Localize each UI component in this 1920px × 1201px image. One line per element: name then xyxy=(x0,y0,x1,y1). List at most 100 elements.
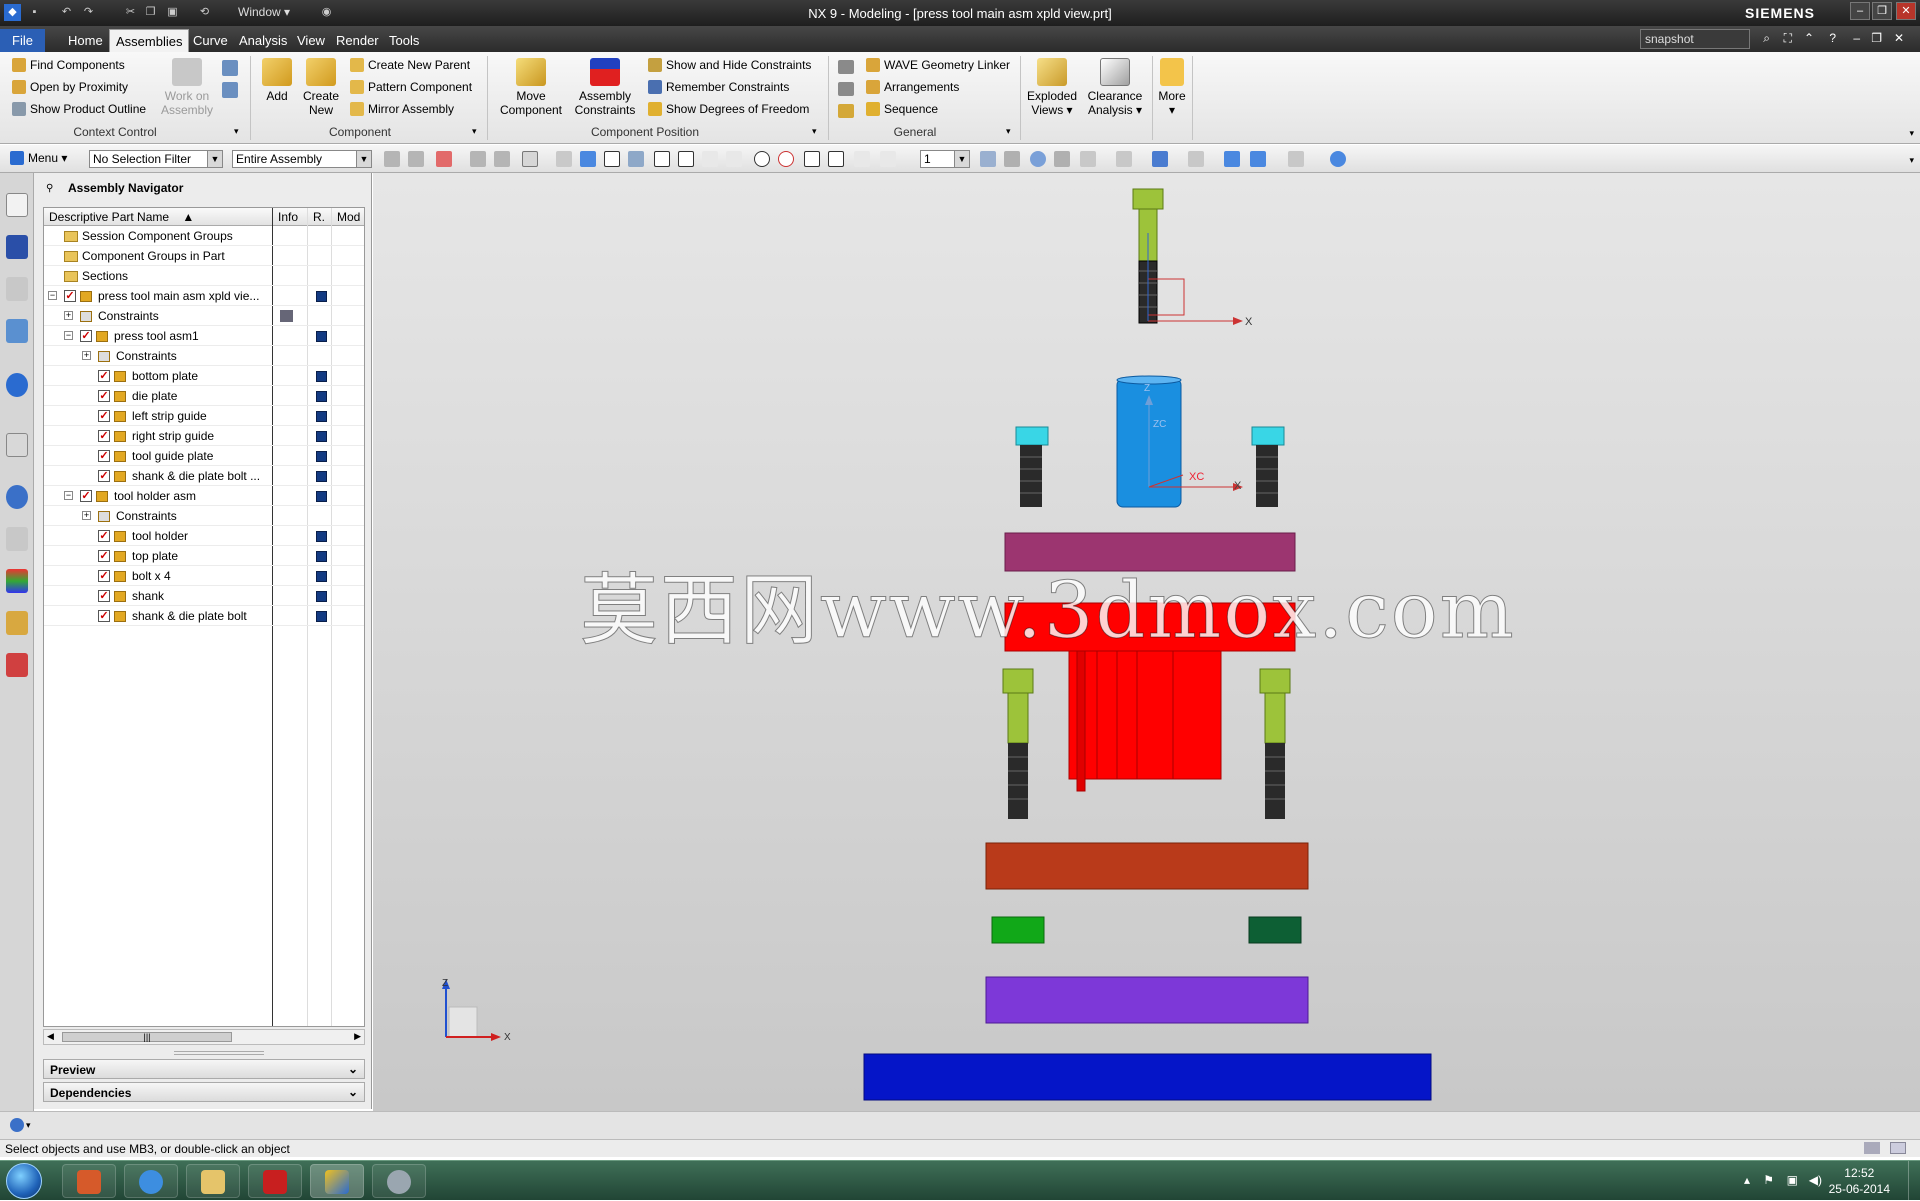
visibility-checkbox[interactable]: ✓ xyxy=(98,450,110,462)
tree-row[interactable]: Component Groups in Part xyxy=(44,246,364,266)
wave-icon[interactable] xyxy=(838,60,854,74)
restore-button[interactable]: ❐ xyxy=(1872,2,1892,20)
right-strip-guide[interactable] xyxy=(1248,916,1302,944)
tree-row[interactable]: ✓ tool holder xyxy=(44,526,364,546)
tree-row[interactable]: ✓ shank xyxy=(44,586,364,606)
chevron-down-icon[interactable]: ▾ xyxy=(26,1120,31,1131)
tree-row[interactable]: ✓ bottom plate xyxy=(44,366,364,386)
point-on-face-icon[interactable] xyxy=(854,151,870,167)
add-component-button[interactable]: Add xyxy=(258,58,296,103)
tab-file[interactable]: File xyxy=(0,29,45,52)
assembly-load-icon[interactable] xyxy=(222,60,238,76)
search-icon[interactable]: ⌕ xyxy=(1763,31,1770,46)
work-on-assembly-button[interactable]: Work on Assembly xyxy=(156,58,218,117)
select-region-icon[interactable] xyxy=(436,151,452,167)
selection-filter-select[interactable]: No Selection Filter ▼ xyxy=(89,150,223,168)
expand-icon[interactable]: + xyxy=(82,351,91,360)
taskbar-app-acrobat[interactable] xyxy=(248,1164,302,1198)
rectangle-select-icon[interactable] xyxy=(522,151,538,167)
menu-button[interactable]: Menu ▾ xyxy=(28,151,67,165)
scroll-right-icon[interactable]: ▶ xyxy=(354,1031,361,1042)
tree-row[interactable]: ✓ die plate xyxy=(44,386,364,406)
tab-analysis[interactable]: Analysis xyxy=(233,29,293,52)
constraint-navigator-tab-icon[interactable] xyxy=(6,235,28,259)
tree-row[interactable]: Sections xyxy=(44,266,364,286)
scroll-thumb[interactable]: ||| xyxy=(62,1032,232,1042)
tab-tools[interactable]: Tools xyxy=(383,29,425,52)
show-hidden-icons-icon[interactable]: ▴ xyxy=(1744,1173,1750,1187)
tab-curve[interactable]: Curve xyxy=(187,29,234,52)
existing-point-icon[interactable] xyxy=(804,151,820,167)
part-navigator-tab-icon[interactable] xyxy=(6,277,28,301)
create-new-button[interactable]: Create New xyxy=(298,58,344,117)
system-materials-tab-icon[interactable] xyxy=(6,527,28,551)
arc-center-icon[interactable] xyxy=(754,151,770,167)
show-hide-icon[interactable] xyxy=(1288,151,1304,167)
snap-point-icon[interactable] xyxy=(604,151,620,167)
exploded-views-button[interactable]: Exploded Views ▾ xyxy=(1022,58,1082,117)
ribbon-options-icon[interactable]: ▾ xyxy=(1909,128,1914,139)
tree-row[interactable]: − ✓ press tool asm1 xyxy=(44,326,364,346)
create-new-parent-button[interactable]: Create New Parent xyxy=(350,56,470,74)
process-studio-tab-icon[interactable] xyxy=(6,569,28,593)
tool-guide-plate[interactable] xyxy=(985,842,1309,890)
visibility-checkbox[interactable]: ✓ xyxy=(80,490,92,502)
show-degrees-of-freedom-button[interactable]: Show Degrees of Freedom xyxy=(648,100,809,118)
pattern-component-button[interactable]: Pattern Component xyxy=(350,78,472,96)
tree-row[interactable]: ✓ left strip guide xyxy=(44,406,364,426)
more-button[interactable]: More ▾ xyxy=(1154,58,1190,117)
doc-minimize-icon[interactable]: – xyxy=(1853,31,1860,45)
hd3d-tools-tab-icon[interactable] xyxy=(6,373,28,397)
clearance-analysis-button[interactable]: Clearance Analysis ▾ xyxy=(1084,58,1146,117)
taskbar-app-explorer[interactable] xyxy=(186,1164,240,1198)
bolt-left-lower[interactable] xyxy=(1002,668,1034,819)
rendering-style-icon[interactable] xyxy=(1080,151,1096,167)
geometry-icon[interactable] xyxy=(838,104,854,118)
column-header-info[interactable]: Info xyxy=(273,208,308,226)
tree-row[interactable]: ✓ top plate xyxy=(44,546,364,566)
snap-grid-icon[interactable] xyxy=(628,151,644,167)
move-component-button[interactable]: Move Component xyxy=(494,58,568,117)
splitter-handle[interactable] xyxy=(174,1051,264,1055)
bolt-right-upper[interactable] xyxy=(1251,426,1285,507)
network-icon[interactable]: ▣ xyxy=(1787,1173,1798,1187)
intersection-icon[interactable] xyxy=(726,151,742,167)
tree-row[interactable]: ✓ bolt x 4 xyxy=(44,566,364,586)
fullscreen-icon[interactable]: ⛶ xyxy=(1784,31,1792,46)
show-desktop-button[interactable] xyxy=(1908,1161,1920,1201)
doc-restore-icon[interactable]: ❐ xyxy=(1871,31,1882,45)
visibility-checkbox[interactable]: ✓ xyxy=(98,570,110,582)
assembly-constraints-button[interactable]: Assembly Constraints xyxy=(568,58,642,117)
collapse-icon[interactable]: − xyxy=(48,291,57,300)
visibility-checkbox[interactable]: ✓ xyxy=(98,470,110,482)
mirror-assembly-button[interactable]: Mirror Assembly xyxy=(350,100,454,118)
close-button[interactable]: ✕ xyxy=(1896,2,1916,20)
preview-panel-header[interactable]: Preview ⌄ xyxy=(43,1059,365,1079)
system-scenes-tab-icon[interactable] xyxy=(6,653,28,677)
taskbar-app-internet-explorer[interactable] xyxy=(124,1164,178,1198)
sequence-button[interactable]: Sequence xyxy=(866,100,938,118)
collapse-icon[interactable]: − xyxy=(64,491,73,500)
tree-row[interactable]: − ✓ tool holder asm xyxy=(44,486,364,506)
rotate-icon[interactable] xyxy=(1030,151,1046,167)
quadrant-icon[interactable] xyxy=(778,151,794,167)
collapse-icon[interactable]: − xyxy=(64,331,73,340)
show-hide-constraints-button[interactable]: Show and Hide Constraints xyxy=(648,56,811,74)
graphics-window[interactable]: X Z ZC XC X Z X 莫西网www.3dmox.com xyxy=(373,173,1920,1111)
web-browser-tab-icon[interactable] xyxy=(6,433,28,457)
visibility-checkbox[interactable]: ✓ xyxy=(98,410,110,422)
visibility-checkbox[interactable]: ✓ xyxy=(98,550,110,562)
tree-row[interactable]: − ✓ press tool main asm xpld vie... xyxy=(44,286,364,306)
visibility-checkbox[interactable]: ✓ xyxy=(98,530,110,542)
csys-icon[interactable] xyxy=(1250,151,1266,167)
select-edges-icon[interactable] xyxy=(494,151,510,167)
column-header-part-name[interactable]: Descriptive Part Name ▲ xyxy=(44,208,273,226)
remember-constraints-button[interactable]: Remember Constraints xyxy=(648,78,789,96)
select-similar-icon[interactable] xyxy=(384,151,400,167)
tree-row[interactable]: ✓ shank & die plate bolt xyxy=(44,606,364,626)
tree-row[interactable]: + Constraints xyxy=(44,306,364,326)
taskbar-app-nx[interactable] xyxy=(310,1164,364,1198)
fit-icon[interactable] xyxy=(980,151,996,167)
tab-view[interactable]: View xyxy=(291,29,331,52)
tab-assemblies[interactable]: Assemblies xyxy=(109,29,190,52)
